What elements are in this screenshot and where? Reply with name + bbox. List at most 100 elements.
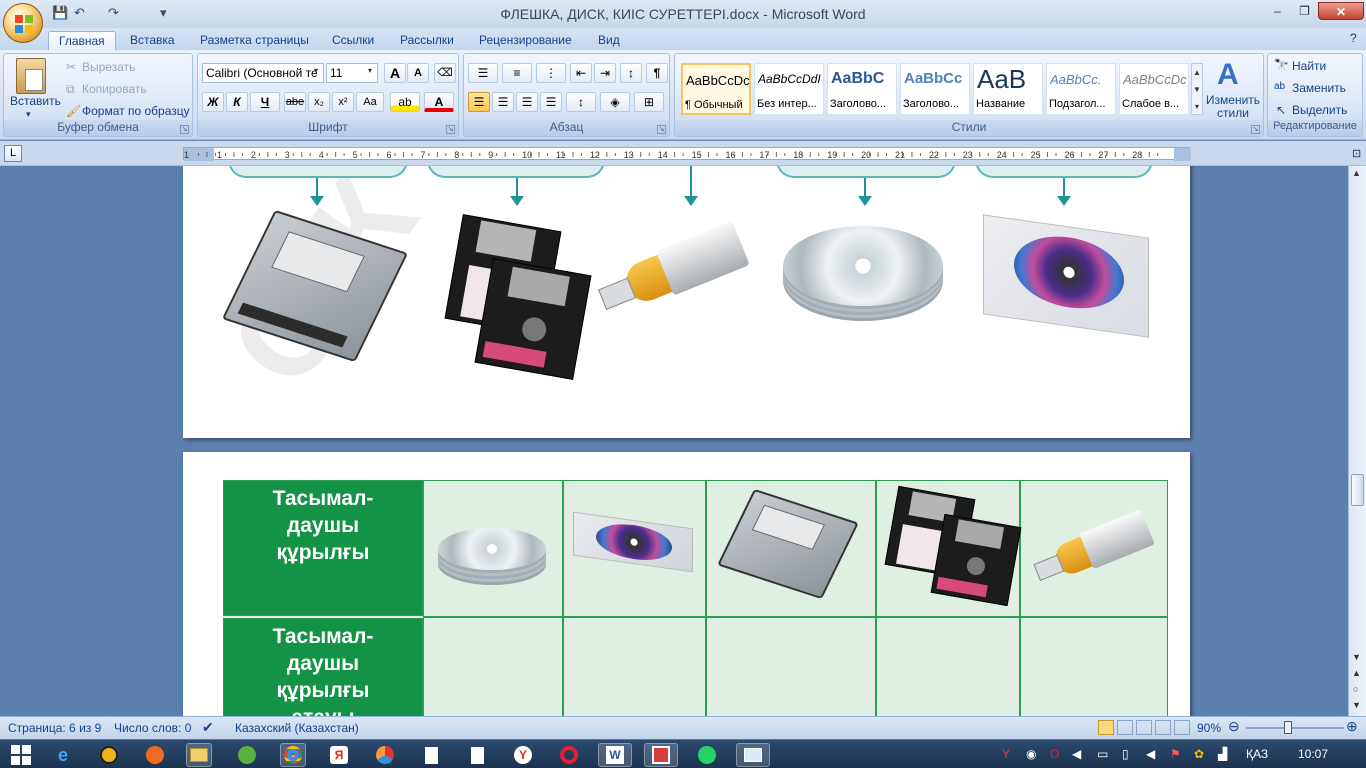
- print-layout-icon[interactable]: [1098, 720, 1114, 735]
- underline-button[interactable]: Ч: [250, 92, 280, 112]
- increase-indent-icon[interactable]: ⇥: [594, 63, 616, 83]
- clipboard-launcher[interactable]: ↘: [180, 125, 189, 134]
- sort-icon[interactable]: ↕: [620, 63, 642, 83]
- save-icon[interactable]: 💾: [52, 5, 68, 21]
- superscript-button[interactable]: x²: [332, 92, 354, 112]
- change-styles-button[interactable]: Изменить стили: [1203, 94, 1263, 120]
- change-case-button[interactable]: Aa: [356, 92, 384, 112]
- tray-battery-icon[interactable]: ▯: [1122, 747, 1129, 761]
- tray-clock[interactable]: 10:07: [1298, 747, 1328, 761]
- subscript-button[interactable]: x₂: [308, 92, 330, 112]
- app-icon-3[interactable]: [234, 743, 260, 767]
- zoom-slider[interactable]: [1246, 727, 1344, 729]
- font-color-icon[interactable]: A: [424, 92, 454, 112]
- font-launcher[interactable]: ↘: [446, 125, 455, 134]
- prev-page-icon[interactable]: ▲: [1352, 668, 1361, 678]
- tray-opera-icon[interactable]: O: [1050, 747, 1059, 761]
- select-button[interactable]: Выделить: [1292, 103, 1347, 117]
- file-explorer-icon[interactable]: [186, 743, 212, 767]
- full-screen-icon[interactable]: [1117, 720, 1133, 735]
- paragraph-launcher[interactable]: ↘: [657, 125, 666, 134]
- font-name-select[interactable]: Calibri (Основной те: [202, 63, 324, 83]
- tray-icon-1[interactable]: ◉: [1026, 747, 1036, 761]
- highlight-icon[interactable]: ab: [390, 92, 420, 112]
- shrink-font-button[interactable]: A: [407, 63, 429, 83]
- tab-view[interactable]: Вид: [588, 31, 630, 50]
- tab-references[interactable]: Ссылки: [322, 31, 384, 50]
- align-center-icon[interactable]: ☰: [492, 92, 514, 112]
- style-subtitle[interactable]: AaBbCc. Подзагол...: [1046, 63, 1116, 115]
- style-no-spacing[interactable]: AaBbCcDdI Без интер...: [754, 63, 824, 115]
- line-spacing-icon[interactable]: ↕: [566, 92, 596, 112]
- scroll-down-icon[interactable]: ▼: [1352, 652, 1361, 662]
- zoom-out-icon[interactable]: ⊖: [1228, 718, 1240, 735]
- app-icon-4[interactable]: [372, 743, 398, 767]
- tab-selector-button[interactable]: L: [4, 145, 22, 162]
- horizontal-ruler[interactable]: 1 1 2 3 4 5 6 7 8 9 10 11 12 13 14 15 16 17 18 19 20 21 22 23 24…: [183, 147, 1191, 161]
- shading-icon[interactable]: ◈: [600, 92, 630, 112]
- help-icon[interactable]: ?: [1350, 31, 1357, 45]
- undo-icon[interactable]: ↶: [74, 5, 85, 21]
- grow-font-button[interactable]: A: [384, 63, 406, 83]
- document-icon-2[interactable]: [464, 743, 490, 767]
- tab-mailings[interactable]: Рассылки: [390, 31, 464, 50]
- tray-yandex-icon[interactable]: Y: [1002, 747, 1010, 761]
- vertical-scrollbar[interactable]: ▲ ▼ ▲ ○ ▼: [1348, 166, 1366, 716]
- tab-insert[interactable]: Вставка: [120, 31, 185, 50]
- app-icon-2[interactable]: [142, 743, 168, 767]
- copy-button[interactable]: Копировать: [82, 82, 147, 96]
- next-page-icon[interactable]: ▼: [1352, 700, 1361, 710]
- borders-icon[interactable]: ⊞: [634, 92, 664, 112]
- tray-volume-icon[interactable]: ◀: [1146, 747, 1155, 761]
- ie-icon[interactable]: e: [50, 743, 76, 767]
- style-normal[interactable]: AaBbCcDc ¶ Обычный: [681, 63, 751, 115]
- app-icon-5[interactable]: [644, 743, 678, 767]
- paste-button[interactable]: Вставить: [10, 94, 61, 108]
- multilevel-list-icon[interactable]: ⋮: [536, 63, 566, 83]
- start-button[interactable]: [6, 743, 36, 767]
- tray-flag-icon[interactable]: ⚑: [1170, 747, 1181, 761]
- browse-object-icon[interactable]: ○: [1353, 684, 1358, 694]
- zoom-in-icon[interactable]: ⊕: [1346, 718, 1358, 735]
- outline-icon[interactable]: [1155, 720, 1171, 735]
- cut-button[interactable]: Вырезать: [82, 60, 135, 74]
- decrease-indent-icon[interactable]: ⇤: [570, 63, 592, 83]
- strikethrough-button[interactable]: abe: [284, 92, 306, 112]
- bold-button[interactable]: Ж: [202, 92, 224, 112]
- align-left-icon[interactable]: ☰: [468, 92, 490, 112]
- word-count[interactable]: Число слов: 0: [114, 721, 191, 735]
- tab-page-layout[interactable]: Разметка страницы: [190, 31, 319, 50]
- format-painter-button[interactable]: Формат по образцу: [82, 104, 190, 118]
- maximize-button[interactable]: ❐: [1291, 2, 1318, 20]
- styles-scroll[interactable]: ▲ ▼ ▾: [1191, 63, 1203, 115]
- qat-customize-icon[interactable]: ▾: [160, 5, 167, 21]
- document-icon[interactable]: [418, 743, 444, 767]
- page-count[interactable]: Страница: 6 из 9: [8, 721, 101, 735]
- justify-icon[interactable]: ☰: [540, 92, 562, 112]
- italic-button[interactable]: К: [226, 92, 248, 112]
- tray-network-icon[interactable]: ▟: [1218, 747, 1227, 761]
- tray-sound-icon[interactable]: ◀: [1072, 747, 1081, 761]
- scroll-thumb[interactable]: [1351, 474, 1364, 506]
- style-subtle-emphasis[interactable]: AaBbCcDc Слабое в...: [1119, 63, 1189, 115]
- clear-format-button[interactable]: ⌫: [434, 63, 456, 83]
- scroll-up-icon[interactable]: ▲: [1352, 168, 1361, 178]
- proofing-icon[interactable]: ✔: [202, 719, 214, 736]
- style-heading-2[interactable]: AaBbCc Заголово...: [900, 63, 970, 115]
- tray-display-icon[interactable]: ▭: [1097, 747, 1108, 761]
- replace-button[interactable]: Заменить: [1292, 81, 1346, 95]
- close-button[interactable]: ✕: [1318, 2, 1364, 20]
- tray-language[interactable]: ҚАЗ: [1246, 747, 1268, 761]
- tray-icon-2[interactable]: ✿: [1194, 747, 1204, 761]
- bullets-icon[interactable]: ☰: [468, 63, 498, 83]
- redo-icon[interactable]: ↷: [108, 5, 119, 21]
- app-icon-1[interactable]: [96, 743, 122, 767]
- draft-icon[interactable]: [1174, 720, 1190, 735]
- align-right-icon[interactable]: ☰: [516, 92, 538, 112]
- opera-icon[interactable]: [556, 743, 582, 767]
- zoom-slider-thumb[interactable]: [1284, 721, 1292, 734]
- yandex-icon[interactable]: Y: [510, 743, 536, 767]
- ruler-toggle-icon[interactable]: ⊡: [1352, 147, 1361, 160]
- styles-launcher[interactable]: ↘: [1251, 125, 1260, 134]
- style-heading-1[interactable]: AaBbC Заголово...: [827, 63, 897, 115]
